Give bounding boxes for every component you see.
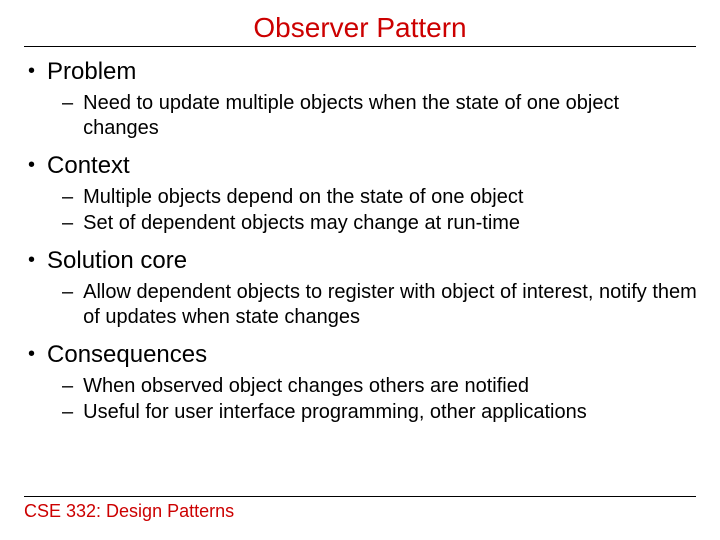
footer-divider: CSE 332: Design Patterns [24,496,696,522]
list-item: – Need to update multiple objects when t… [62,91,698,141]
item-text: When observed object changes others are … [83,374,698,399]
dash-icon: – [62,185,73,210]
item-text: Need to update multiple objects when the… [83,91,698,141]
section-heading: • Solution core [22,246,698,276]
section-context: • Context – Multiple objects depend on t… [22,151,698,236]
dash-icon: – [62,374,73,399]
section-problem: • Problem – Need to update multiple obje… [22,57,698,141]
item-text: Set of dependent objects may change at r… [83,211,698,236]
slide-content: • Problem – Need to update multiple obje… [22,57,698,425]
section-heading: • Consequences [22,340,698,370]
heading-text: Solution core [47,246,187,276]
item-text: Allow dependent objects to register with… [83,280,698,330]
heading-text: Consequences [47,340,207,370]
section-items: – When observed object changes others ar… [22,374,698,425]
slide-title: Observer Pattern [24,12,696,47]
bullet-icon: • [28,151,35,179]
bullet-icon: • [28,57,35,85]
heading-text: Problem [47,57,136,87]
section-items: – Allow dependent objects to register wi… [22,280,698,330]
slide-footer: CSE 332: Design Patterns [24,496,696,522]
heading-text: Context [47,151,130,181]
section-items: – Need to update multiple objects when t… [22,91,698,141]
dash-icon: – [62,91,73,116]
dash-icon: – [62,280,73,305]
dash-icon: – [62,400,73,425]
section-consequences: • Consequences – When observed object ch… [22,340,698,425]
item-text: Multiple objects depend on the state of … [83,185,698,210]
list-item: – Multiple objects depend on the state o… [62,185,698,210]
slide: Observer Pattern • Problem – Need to upd… [0,0,720,540]
list-item: – Useful for user interface programming,… [62,400,698,425]
bullet-icon: • [28,340,35,368]
section-heading: • Problem [22,57,698,87]
section-items: – Multiple objects depend on the state o… [22,185,698,236]
section-heading: • Context [22,151,698,181]
list-item: – When observed object changes others ar… [62,374,698,399]
footer-text: CSE 332: Design Patterns [24,501,234,521]
bullet-icon: • [28,246,35,274]
section-solution-core: • Solution core – Allow dependent object… [22,246,698,330]
item-text: Useful for user interface programming, o… [83,400,698,425]
dash-icon: – [62,211,73,236]
list-item: – Set of dependent objects may change at… [62,211,698,236]
list-item: – Allow dependent objects to register wi… [62,280,698,330]
